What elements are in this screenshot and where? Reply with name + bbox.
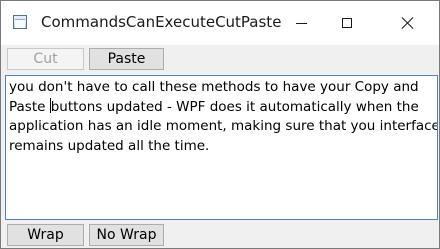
minimize-button[interactable] <box>278 1 324 45</box>
editor-line-2: Paste buttons updated - WPF does it auto… <box>9 97 434 118</box>
maximize-button[interactable] <box>324 1 370 45</box>
maximize-icon <box>342 18 352 28</box>
editor-line-3: application has an idle moment, making s… <box>9 118 438 134</box>
wrap-button[interactable]: Wrap <box>7 224 84 246</box>
app-window: CommandsCanExecuteCutPaste Cut Paste you… <box>0 0 440 249</box>
paste-button[interactable]: Paste <box>89 48 164 70</box>
editor-line-2-before-caret: Paste <box>9 98 50 115</box>
editor-line-2-after-caret: buttons updated - WPF does it automatica… <box>50 98 419 115</box>
editor-line-4: remains updated all the time. <box>9 137 210 154</box>
text-editor[interactable]: you don't have to call these methods to … <box>5 75 438 220</box>
editor-line-1: you don't have to call these methods to … <box>9 79 419 95</box>
window-app-icon <box>13 15 27 29</box>
window-title: CommandsCanExecuteCutPaste <box>41 13 282 31</box>
cut-button[interactable]: Cut <box>7 48 84 70</box>
no-wrap-button[interactable]: No Wrap <box>89 224 164 246</box>
close-icon <box>401 16 415 30</box>
title-bar[interactable]: CommandsCanExecuteCutPaste <box>1 1 439 45</box>
minimize-icon <box>295 22 307 24</box>
close-button[interactable] <box>385 1 431 45</box>
